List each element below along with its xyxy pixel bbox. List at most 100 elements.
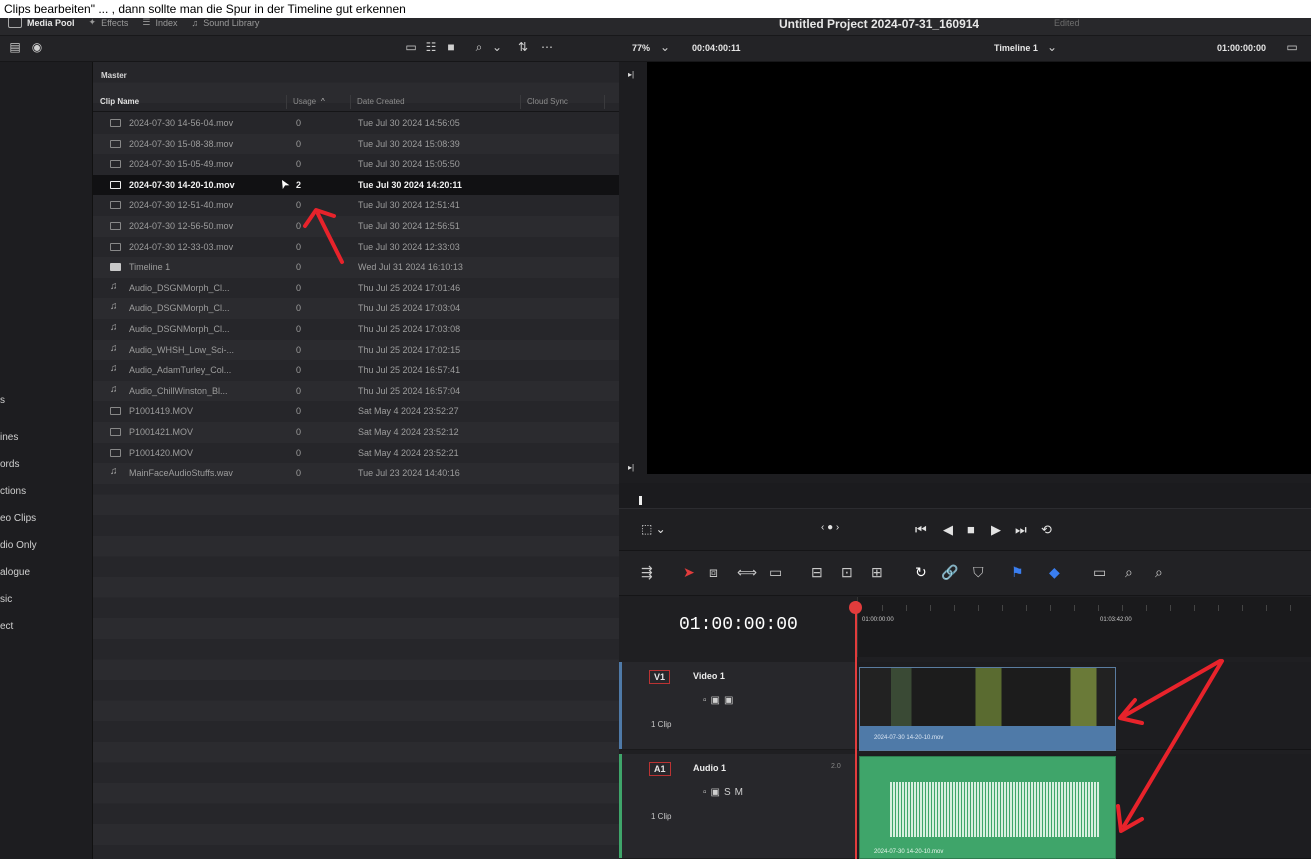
stop-icon[interactable]: ■ [967, 522, 975, 537]
bin-item[interactable]: ords [0, 459, 19, 470]
column-usage[interactable]: Usage [293, 97, 316, 106]
clip-row[interactable]: ♫ Audio_DSGNMorph_Cl... 0 Thu Jul 25 2024 1… [93, 298, 619, 319]
column-date-created[interactable]: Date Created [357, 97, 405, 106]
track-controls[interactable]: ▫▣▣ [703, 695, 737, 706]
index-icon: ☰ [142, 17, 151, 27]
timeline-playhead[interactable] [855, 601, 857, 859]
media-pool-list: Master Clip Name Usage ^ Date Created Cl… [93, 62, 619, 859]
tab-effects[interactable]: ✦ Effects [89, 17, 129, 28]
list-view-icon[interactable]: ▭ [404, 41, 418, 54]
bin-item[interactable]: dio Only [0, 540, 37, 551]
clip-row[interactable]: 2024-07-30 14-56-04.mov 0 Tue Jul 30 2024 … [93, 113, 619, 134]
tab-index[interactable]: ☰ Index [142, 17, 177, 28]
jog-control[interactable]: ‹ ● › [821, 522, 839, 533]
clip-row[interactable]: ♫ MainFaceAudioStuffs.wav 0 Tue Jul 23 2024… [93, 463, 619, 484]
column-divider[interactable] [520, 95, 521, 109]
tab-sound-library[interactable]: ♫ Sound Library [192, 17, 260, 28]
zoom-custom-icon[interactable]: ⌕ [1155, 564, 1163, 581]
clip-row[interactable]: Timeline 1 0 Wed Jul 31 2024 16:10:13 [93, 257, 619, 278]
trim-tool-icon[interactable]: ⧈ [709, 564, 718, 581]
clip-row[interactable]: 2024-07-30 14-20-10.mov 2 Tue Jul 30 2024 … [93, 174, 619, 196]
zoom-full-icon[interactable]: ▭ [1093, 564, 1106, 581]
play-icon[interactable]: ▶ [991, 522, 1001, 538]
track-controls[interactable]: ▫▣SM [703, 787, 747, 798]
zoom-detail-icon[interactable]: ⌕ [1125, 564, 1133, 581]
viewer-scrub-bar[interactable] [619, 483, 1311, 509]
bin-item[interactable]: ines [0, 432, 18, 443]
out-point-icon[interactable]: ▸| [628, 463, 636, 472]
timeline-view-icon[interactable]: ⇶ [641, 564, 653, 581]
sort-icon[interactable]: ⇅ [516, 41, 530, 54]
clip-row[interactable]: 2024-07-30 12-51-40.mov 0 Tue Jul 30 2024 … [93, 195, 619, 216]
bin-list-icon[interactable]: ▤ [8, 41, 22, 54]
clip-usage: 0 [296, 447, 302, 458]
track-name[interactable]: Audio 1 [693, 763, 726, 773]
overwrite-clip-icon[interactable]: ⊡ [841, 564, 853, 581]
clip-row[interactable]: ♫ Audio_DSGNMorph_Cl... 0 Thu Jul 25 2024 1… [93, 277, 619, 299]
column-clip-name[interactable]: Clip Name [100, 97, 139, 106]
column-divider[interactable] [350, 95, 351, 109]
marker-icon[interactable]: ◆ [1049, 564, 1060, 581]
clip-row[interactable]: 2024-07-30 15-05-49.mov 0 Tue Jul 30 2024 … [93, 154, 619, 175]
column-divider[interactable] [286, 95, 287, 109]
more-options-icon[interactable]: ⋯ [540, 41, 554, 54]
go-to-start-icon[interactable]: ⏮ [915, 522, 927, 538]
linked-selection-icon[interactable]: 🔗 [941, 564, 958, 581]
clip-name: P1001420.MOV [129, 447, 194, 458]
bin-item[interactable]: ect [0, 621, 13, 632]
clip-row[interactable]: ♫ Audio_DSGNMorph_Cl... 0 Thu Jul 25 2024 1… [93, 318, 619, 340]
snapping-icon[interactable]: ↻ [915, 564, 927, 581]
timeline-selector[interactable]: Timeline 1 [994, 43, 1038, 53]
bin-item[interactable]: alogue [0, 567, 30, 578]
viewer-screen[interactable] [647, 62, 1311, 474]
bin-item[interactable]: sic [0, 594, 12, 605]
column-cloud-sync[interactable]: Cloud Sync [527, 97, 568, 106]
track-tag[interactable]: A1 [649, 762, 671, 776]
viewer-zoom[interactable]: 77% [632, 43, 650, 53]
audio-clip[interactable]: 2024-07-30 14-20-10.mov [859, 756, 1116, 859]
insert-clip-icon[interactable]: ⊟ [811, 564, 823, 581]
clip-row[interactable]: ♫ Audio_WHSH_Low_Sci-... 0 Thu Jul 25 2024 … [93, 339, 619, 361]
settings-icon[interactable]: ◉ [30, 41, 44, 54]
bin-item[interactable]: s [0, 395, 5, 406]
clip-row[interactable]: 2024-07-30 15-08-38.mov 0 Tue Jul 30 2024 … [93, 133, 619, 155]
search-icon[interactable]: ⌕ [472, 41, 486, 54]
chevron-down-icon[interactable]: ⌄ [658, 41, 672, 54]
thumbnail-view-icon[interactable]: ■ [444, 41, 458, 54]
selection-tool-icon[interactable]: ➤ [683, 564, 695, 581]
track-tag[interactable]: V1 [649, 670, 671, 684]
loop-icon[interactable]: ⟲ [1041, 522, 1052, 538]
viewer-layout-icon[interactable]: ▭ [1285, 41, 1299, 54]
lock-icon[interactable]: ⛉ [973, 564, 984, 581]
column-divider[interactable] [604, 95, 605, 109]
clip-row[interactable]: 2024-07-30 12-56-50.mov 0 Tue Jul 30 2024 … [93, 215, 619, 237]
scrub-playhead[interactable] [639, 496, 642, 505]
clip-row[interactable]: ♫ Audio_ChillWinston_Bl... 0 Thu Jul 25 202… [93, 380, 619, 402]
tab-media-pool[interactable]: Media Pool [8, 17, 75, 28]
playhead-handle[interactable] [849, 601, 862, 614]
viewer-panel: ▸| ▸| [619, 62, 1311, 483]
blade-tool-icon[interactable]: ▭ [769, 564, 782, 581]
replace-clip-icon[interactable]: ⊞ [871, 564, 883, 581]
safe-area-icon[interactable]: ⬚ ⌄ [641, 522, 666, 536]
chevron-down-icon[interactable]: ⌄ [1045, 41, 1059, 54]
track-name[interactable]: Video 1 [693, 671, 725, 681]
clip-row[interactable]: ♫ Audio_AdamTurley_Col... 0 Thu Jul 25 2024… [93, 360, 619, 381]
clip-row[interactable]: P1001419.MOV 0 Sat May 4 2024 23:52:27 [93, 401, 619, 422]
clip-row[interactable]: 2024-07-30 12-33-03.mov 0 Tue Jul 30 2024 … [93, 236, 619, 258]
bin-item[interactable]: ctions [0, 486, 26, 497]
edit-toolbar: ⇶ ➤ ⧈ ⟺ ▭ ⊟ ⊡ ⊞ ↻ 🔗 ⛉ ⚑ ◆ ▭ ⌕ ⌕ [619, 550, 1311, 596]
go-to-end-icon[interactable]: ⏭ [1015, 522, 1027, 538]
clip-row[interactable]: P1001421.MOV 0 Sat May 4 2024 23:52:12 [93, 421, 619, 443]
bin-item[interactable]: eo Clips [0, 513, 36, 524]
dynamic-trim-icon[interactable]: ⟺ [737, 564, 757, 581]
clip-row[interactable]: P1001420.MOV 0 Sat May 4 2024 23:52:21 [93, 442, 619, 464]
timeline-ruler[interactable]: 01:00:00:00 01:03:42:00 [857, 597, 1311, 657]
play-reverse-icon[interactable]: ◀ [943, 522, 953, 538]
audio-waveform [890, 782, 1100, 837]
video-clip[interactable]: 2024-07-30 14-20-10.mov [859, 667, 1116, 751]
chevron-down-icon[interactable]: ⌄ [490, 41, 504, 54]
in-point-icon[interactable]: ▸| [628, 70, 636, 79]
grid-view-icon[interactable]: ☷ [424, 41, 438, 54]
flag-icon[interactable]: ⚑ [1011, 564, 1024, 581]
